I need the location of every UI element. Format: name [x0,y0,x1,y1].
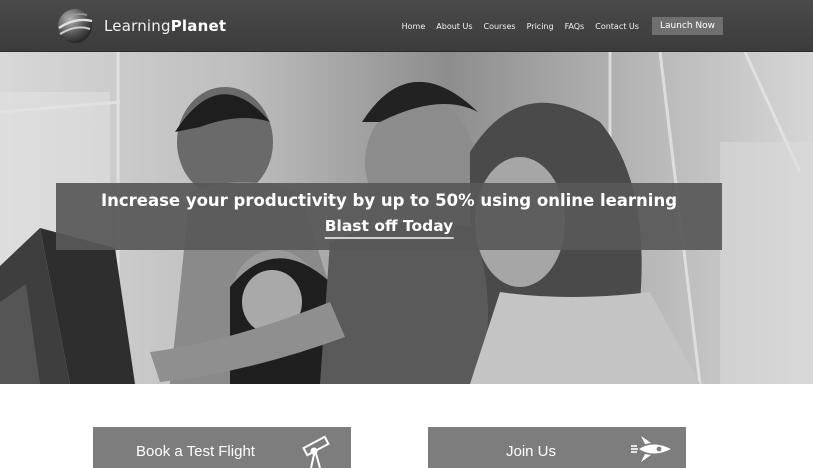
brand-name: LearningPlanet [104,17,226,35]
navbar: LearningPlanet Home About Us Courses Pri… [0,0,813,52]
telescope-icon [302,435,330,468]
hero-banner: Increase your productivity by up to 50% … [56,183,722,250]
hero-headline: Increase your productivity by up to 50% … [100,191,678,210]
nav-link-about[interactable]: About Us [436,22,472,31]
hero-section: Increase your productivity by up to 50% … [0,52,813,384]
nav-link-faqs[interactable]: FAQs [565,22,585,31]
brand-name-regular: Learning [104,17,171,35]
book-test-flight-label: Book a Test Flight [136,443,255,460]
nav-link-courses[interactable]: Courses [483,22,515,31]
nav-link-pricing[interactable]: Pricing [527,22,554,31]
launch-now-button[interactable]: Launch Now [651,17,723,35]
brand-logo[interactable]: LearningPlanet [56,7,226,45]
join-us-button[interactable]: Join Us [428,427,686,468]
rocket-icon [631,436,671,462]
join-us-label: Join Us [506,443,557,460]
nav-link-contact[interactable]: Contact Us [595,22,639,31]
main-nav: Home About Us Courses Pricing FAQs Conta… [402,0,813,52]
nav-link-home[interactable]: Home [402,22,426,31]
book-test-flight-button[interactable]: Book a Test Flight [93,427,351,468]
blast-off-link[interactable]: Blast off Today [324,217,454,239]
brand-name-bold: Planet [170,17,227,35]
globe-logo-icon [58,9,93,43]
